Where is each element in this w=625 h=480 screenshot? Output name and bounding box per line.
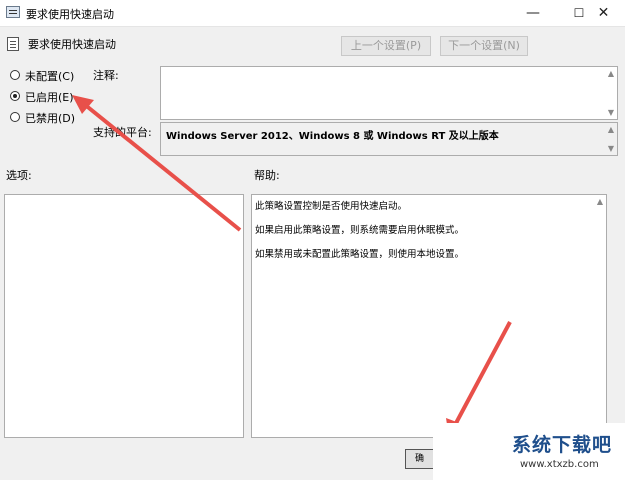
annotation-overlay [72,95,512,438]
watermark-logo-text: 系统下载吧 [512,434,613,456]
watermark-url: www.xtxzb.com [520,459,599,470]
annotation-arrow-to-enabled [72,95,242,232]
annotation-arrow-to-ok [446,321,512,438]
